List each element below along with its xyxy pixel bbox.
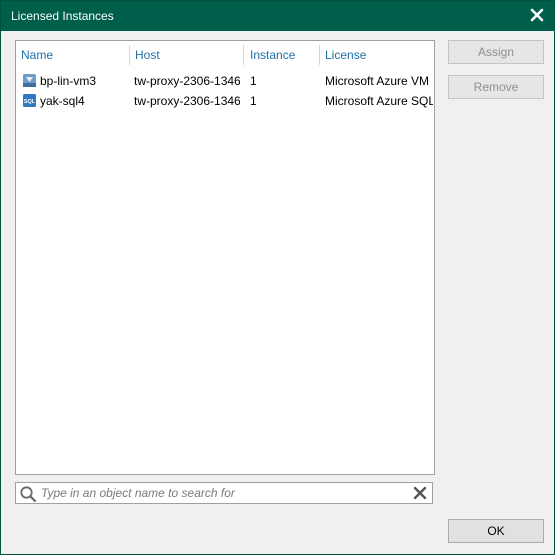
search-input[interactable]: [41, 485, 401, 501]
assign-button[interactable]: Assign: [448, 40, 544, 64]
instance-name: bp-lin-vm3: [40, 74, 97, 88]
instance-license: Microsoft Azure VM: [325, 74, 430, 88]
table-row[interactable]: bp-lin-vm3 tw-proxy-2306-1346 1 Microsof…: [16, 71, 434, 91]
sql-database-icon: SQL: [22, 93, 37, 108]
remove-button[interactable]: Remove: [448, 75, 544, 99]
search-icon: [19, 485, 37, 503]
title-bar: Licensed Instances: [1, 1, 554, 31]
column-header-instance[interactable]: Instance: [245, 41, 320, 69]
dialog-title: Licensed Instances: [11, 9, 114, 23]
ok-button[interactable]: OK: [448, 519, 544, 543]
list-header: Name Host Instance License: [16, 41, 434, 69]
search-box: [15, 482, 433, 504]
svg-text:SQL: SQL: [24, 99, 36, 105]
close-icon[interactable]: [528, 6, 546, 24]
instance-count: 1: [250, 94, 257, 108]
instance-license: Microsoft Azure SQL: [325, 94, 433, 108]
instance-name: yak-sql4: [40, 94, 85, 108]
column-divider[interactable]: [243, 45, 244, 65]
column-header-license[interactable]: License: [320, 41, 434, 69]
clear-search-icon[interactable]: [412, 485, 428, 501]
instance-host: tw-proxy-2306-1346: [134, 74, 241, 88]
column-header-host[interactable]: Host: [130, 41, 244, 69]
instances-list[interactable]: Name Host Instance License bp-lin-vm3 tw…: [15, 40, 435, 475]
instance-count: 1: [250, 74, 257, 88]
table-row[interactable]: SQL yak-sql4 tw-proxy-2306-1346 1 Micros…: [16, 91, 434, 111]
licensed-instances-dialog: Licensed Instances Name Host Instance Li…: [0, 0, 555, 555]
azure-vm-icon: [22, 73, 37, 88]
instance-host: tw-proxy-2306-1346: [134, 94, 241, 108]
column-header-name[interactable]: Name: [16, 41, 130, 69]
